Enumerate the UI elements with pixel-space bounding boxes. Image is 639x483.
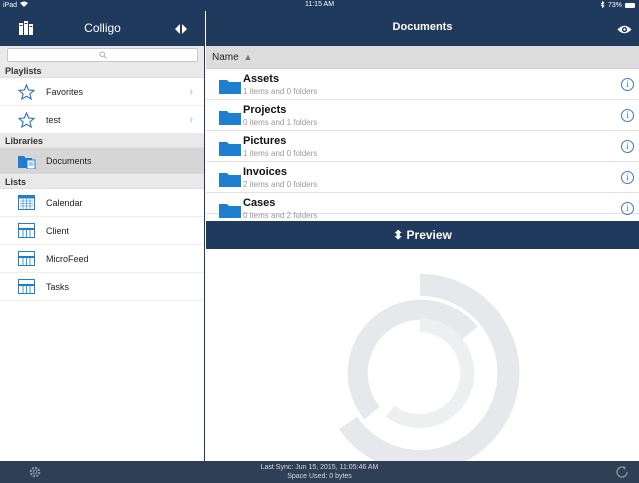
info-icon[interactable]: i (621, 171, 634, 184)
library-label: Documents (46, 156, 92, 166)
folder-icon (219, 110, 241, 125)
clock: 11:15 AM (304, 1, 335, 8)
right-pane: Documents Name ▲ Assets 1 items and 0 fo… (206, 11, 639, 461)
refresh-icon[interactable] (615, 465, 629, 481)
last-sync-text: Last Sync: Jun 15, 2015, 11:05:46 AM (260, 464, 379, 471)
preview-label: Preview (406, 228, 452, 242)
list-item-client[interactable]: Client (0, 217, 204, 245)
status-bar: iPad 11:15 AM 73% (0, 0, 639, 11)
search-icon (98, 46, 107, 64)
list-item[interactable]: Assets 1 items and 0 folders i (206, 69, 639, 100)
left-header: Colligo (0, 11, 204, 46)
folder-name: Assets (243, 73, 280, 85)
section-libraries: Libraries (0, 134, 204, 148)
right-header: Documents (206, 11, 639, 46)
folder-name: Projects (243, 104, 287, 116)
info-icon[interactable]: i (621, 78, 634, 91)
page-title: Documents (392, 21, 453, 33)
library-item-documents[interactable]: Documents (0, 148, 204, 175)
battery-percent: 73% (607, 2, 622, 9)
list-item-microfeed[interactable]: MicroFeed (0, 245, 204, 273)
list-item[interactable]: Invoices 2 items and 0 folders i (206, 162, 639, 193)
preview-area (206, 249, 639, 461)
document-list: Assets 1 items and 0 folders i Projects … (206, 69, 639, 221)
preview-toggle-button[interactable]: ⬍ Preview (206, 221, 639, 249)
sort-label: Name (212, 52, 239, 63)
battery-icon (625, 3, 635, 8)
folder-icon (219, 79, 241, 94)
playlist-item-test[interactable]: test › (0, 106, 204, 134)
sort-ascending-icon: ▲ (243, 52, 253, 62)
list-item[interactable]: Pictures 1 items and 0 folders i (206, 131, 639, 162)
list-label: Calendar (46, 197, 83, 208)
chevron-right-icon: › (189, 113, 193, 126)
list-item-calendar[interactable]: Calendar (0, 189, 204, 217)
folder-detail: 1 items and 0 folders (243, 87, 318, 96)
folder-detail: 0 items and 1 folders (243, 118, 318, 127)
playlist-item-favorites[interactable]: Favorites › (0, 78, 204, 106)
star-icon (17, 111, 36, 129)
folder-icon (219, 203, 241, 218)
list-icon (18, 279, 35, 295)
folder-detail: 0 items and 2 folders (243, 211, 318, 220)
search-bar (0, 46, 204, 64)
list-icon (18, 223, 35, 239)
folder-icon (219, 141, 241, 156)
list-label: Client (46, 225, 70, 236)
folder-name: Pictures (243, 135, 287, 147)
folder-detail: 2 items and 0 folders (243, 180, 318, 189)
bottom-bar: Last Sync: Jun 15, 2015, 11:05:46 AM Spa… (0, 461, 639, 483)
search-input[interactable] (7, 48, 198, 62)
expand-collapse-icon: ⬍ (393, 228, 404, 242)
folder-detail: 1 items and 0 folders (243, 149, 318, 158)
folder-name: Cases (243, 197, 276, 209)
colligo-logo-watermark (338, 273, 520, 461)
info-icon[interactable]: i (621, 140, 634, 153)
info-icon[interactable]: i (621, 202, 634, 215)
status-right: 73% (600, 0, 635, 10)
list-icon (18, 251, 35, 267)
folder-icon (219, 172, 241, 187)
list-label: MicroFeed (46, 253, 89, 264)
folder-name: Invoices (243, 166, 288, 178)
calendar-list-icon (18, 195, 35, 211)
info-icon[interactable]: i (621, 109, 634, 122)
section-playlists: Playlists (0, 64, 204, 78)
list-label: Tasks (46, 281, 70, 292)
bluetooth-icon (600, 0, 605, 10)
star-icon (17, 83, 36, 101)
sort-bar[interactable]: Name ▲ (206, 46, 639, 69)
space-used-text: Space Used: 0 bytes (287, 473, 352, 480)
list-item-tasks[interactable]: Tasks (0, 273, 204, 301)
section-lists: Lists (0, 175, 204, 189)
playlist-label: test (46, 114, 61, 125)
document-library-icon (18, 154, 36, 170)
list-item[interactable]: Cases 0 items and 2 folders i (206, 193, 639, 220)
list-item[interactable]: Projects 0 items and 1 folders i (206, 100, 639, 131)
playlist-label: Favorites (46, 86, 84, 97)
collapse-pane-icon[interactable] (175, 22, 187, 40)
chevron-right-icon: › (189, 85, 193, 98)
left-pane: Colligo Playlists Favorites › test › Lib… (0, 11, 205, 461)
sync-status: Last Sync: Jun 15, 2015, 11:05:46 AM Spa… (0, 463, 639, 481)
eye-icon[interactable] (617, 22, 632, 40)
